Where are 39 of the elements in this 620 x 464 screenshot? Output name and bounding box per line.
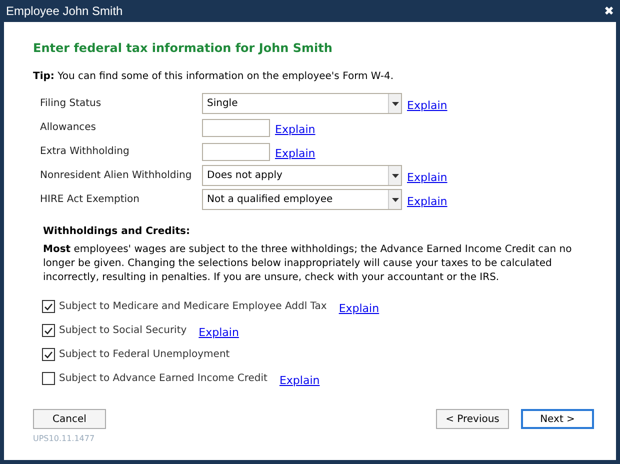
section-note: Most employees' wages are subject to the three withholdings; the Advance Earned Income Credit can no longer be given. Changing the selections below inappropriately will cause your taxes to be calculated incorrectly, resulting in penalties. If you are unsure, check with your accountant or the IRS. (43, 243, 573, 285)
field-label: Nonresident Alien Withholding (40, 169, 193, 183)
checkbox-label: Subject to Advance Earned Income Credit (59, 372, 268, 386)
tip-text: Tip: You can find some of this information on the employee's Form W-4. (33, 70, 395, 84)
dropdown[interactable]: Single (202, 93, 402, 114)
field-label: HIRE Act Exemption (40, 193, 141, 207)
field-label: Filing Status (40, 97, 102, 111)
explain-link[interactable]: Explain (407, 98, 448, 112)
section-title: Withholdings and Credits: (43, 225, 191, 239)
explain-link[interactable]: Explain (275, 146, 316, 160)
explain-link[interactable]: Explain (407, 194, 448, 208)
window-title: Employee John Smith (6, 3, 123, 20)
checkbox[interactable] (42, 300, 55, 313)
page-heading: Enter federal tax information for John Smith (33, 40, 334, 57)
checkbox-label: Subject to Social Security (59, 324, 187, 338)
explain-link[interactable]: Explain (279, 374, 320, 386)
input-field[interactable] (202, 142, 270, 160)
checkbox-label: Subject to Medicare and Medicare Employee Addl Tax (59, 300, 327, 314)
field-label: Allowances (40, 121, 98, 135)
version-text: UPS10.11.1477 (33, 433, 96, 445)
explain-link[interactable]: Explain (198, 326, 239, 338)
dropdown[interactable]: Does not apply (202, 165, 402, 186)
next-button[interactable]: Next > (521, 409, 594, 429)
checkbox-label: Subject to Federal Unemployment (59, 348, 230, 362)
explain-link[interactable]: Explain (407, 170, 448, 184)
input-field[interactable] (202, 118, 270, 136)
explain-link[interactable]: Explain (275, 122, 316, 136)
checkbox[interactable] (42, 372, 55, 385)
checkbox[interactable] (42, 348, 55, 361)
close-button[interactable]: ✖ (604, 2, 614, 20)
dropdown[interactable]: Not a qualified employee (202, 189, 402, 210)
caret-icon (388, 166, 401, 185)
caret-icon (388, 94, 401, 113)
explain-link[interactable]: Explain (338, 302, 380, 314)
cancel-button[interactable]: Cancel (33, 409, 106, 429)
caret-icon (388, 190, 401, 209)
checkbox[interactable] (42, 324, 55, 337)
field-label: Extra Withholding (40, 145, 130, 159)
previous-button[interactable]: < Previous (436, 409, 509, 429)
